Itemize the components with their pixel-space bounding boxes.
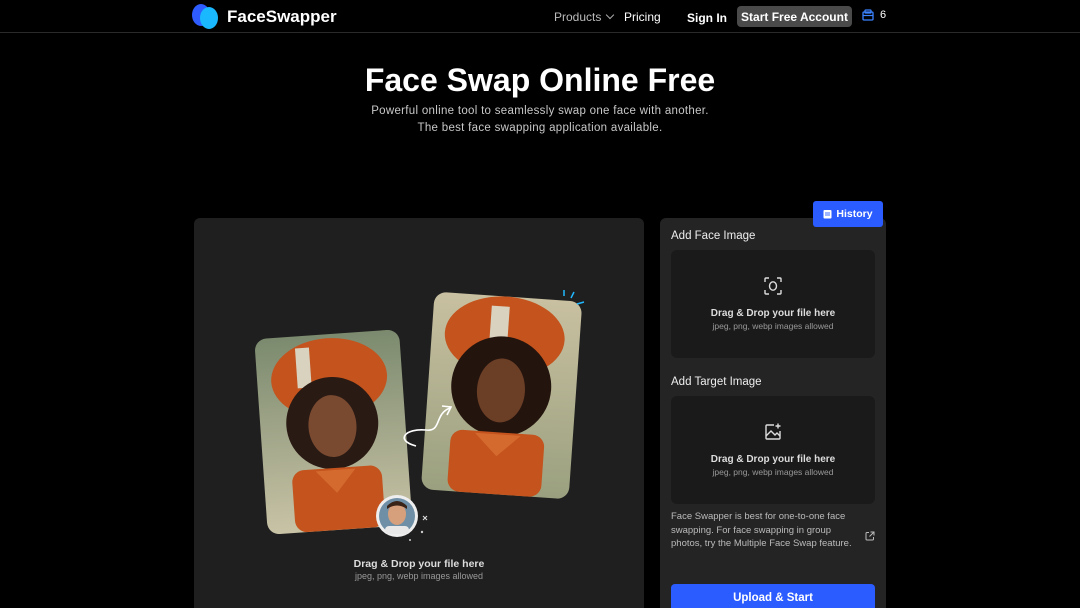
face-image-dropzone[interactable]: Drag & Drop your file here jpeg, png, we… — [671, 250, 875, 358]
face-drop-formats: jpeg, png, webp images allowed — [712, 321, 834, 331]
main-drop-title: Drag & Drop your file here — [353, 558, 485, 570]
subtitle-line-1: Powerful online tool to seamlessly swap … — [371, 105, 709, 117]
main-drop-formats: jpeg, png, webp images allowed — [354, 571, 484, 581]
top-nav: FaceSwapper Products Pricing Sign In Sta… — [0, 0, 1080, 33]
main-dropzone[interactable]: Drag & Drop your file here jpeg, png, we… — [194, 218, 644, 608]
target-image-dropzone[interactable]: Drag & Drop your file here jpeg, png, we… — [671, 396, 875, 504]
target-image-label: Add Target Image — [671, 376, 762, 388]
nav-pricing[interactable]: Pricing — [624, 10, 661, 24]
face-scan-icon — [764, 277, 782, 295]
face-image-label: Add Face Image — [671, 230, 756, 242]
credits-count: 6 — [880, 9, 887, 21]
brand-logo[interactable]: FaceSwapper — [192, 3, 337, 30]
sign-in-link[interactable]: Sign In — [687, 11, 727, 25]
faceswapper-logo-icon — [192, 3, 219, 30]
target-drop-formats: jpeg, png, webp images allowed — [712, 467, 834, 477]
chevron-down-icon — [606, 10, 615, 20]
nav-products[interactable]: Products — [554, 10, 615, 24]
face-drop-title: Drag & Drop your file here — [710, 308, 836, 319]
target-drop-title: Drag & Drop your file here — [710, 454, 836, 465]
start-free-account-button[interactable]: Start Free Account — [737, 6, 852, 27]
external-link-icon[interactable] — [865, 531, 875, 541]
history-label: History — [836, 208, 873, 220]
history-button[interactable]: History — [813, 201, 883, 227]
page-subtitle: Powerful online tool to seamlessly swap … — [0, 103, 1080, 137]
face-swap-illustration — [255, 290, 585, 541]
subtitle-line-2: The best face swapping application avail… — [417, 122, 663, 134]
add-image-icon — [765, 423, 781, 440]
upload-start-button[interactable]: Upload & Start — [671, 584, 875, 608]
credits-icon — [862, 9, 874, 21]
page-title: Face Swap Online Free — [364, 62, 716, 98]
multiple-face-swap-note: Face Swapper is best for one-to-one face… — [671, 511, 852, 549]
history-icon — [823, 210, 832, 219]
credits-indicator[interactable]: 6 — [862, 9, 886, 21]
brand-name: FaceSwapper — [227, 6, 337, 26]
nav-products-label: Products — [554, 10, 602, 24]
